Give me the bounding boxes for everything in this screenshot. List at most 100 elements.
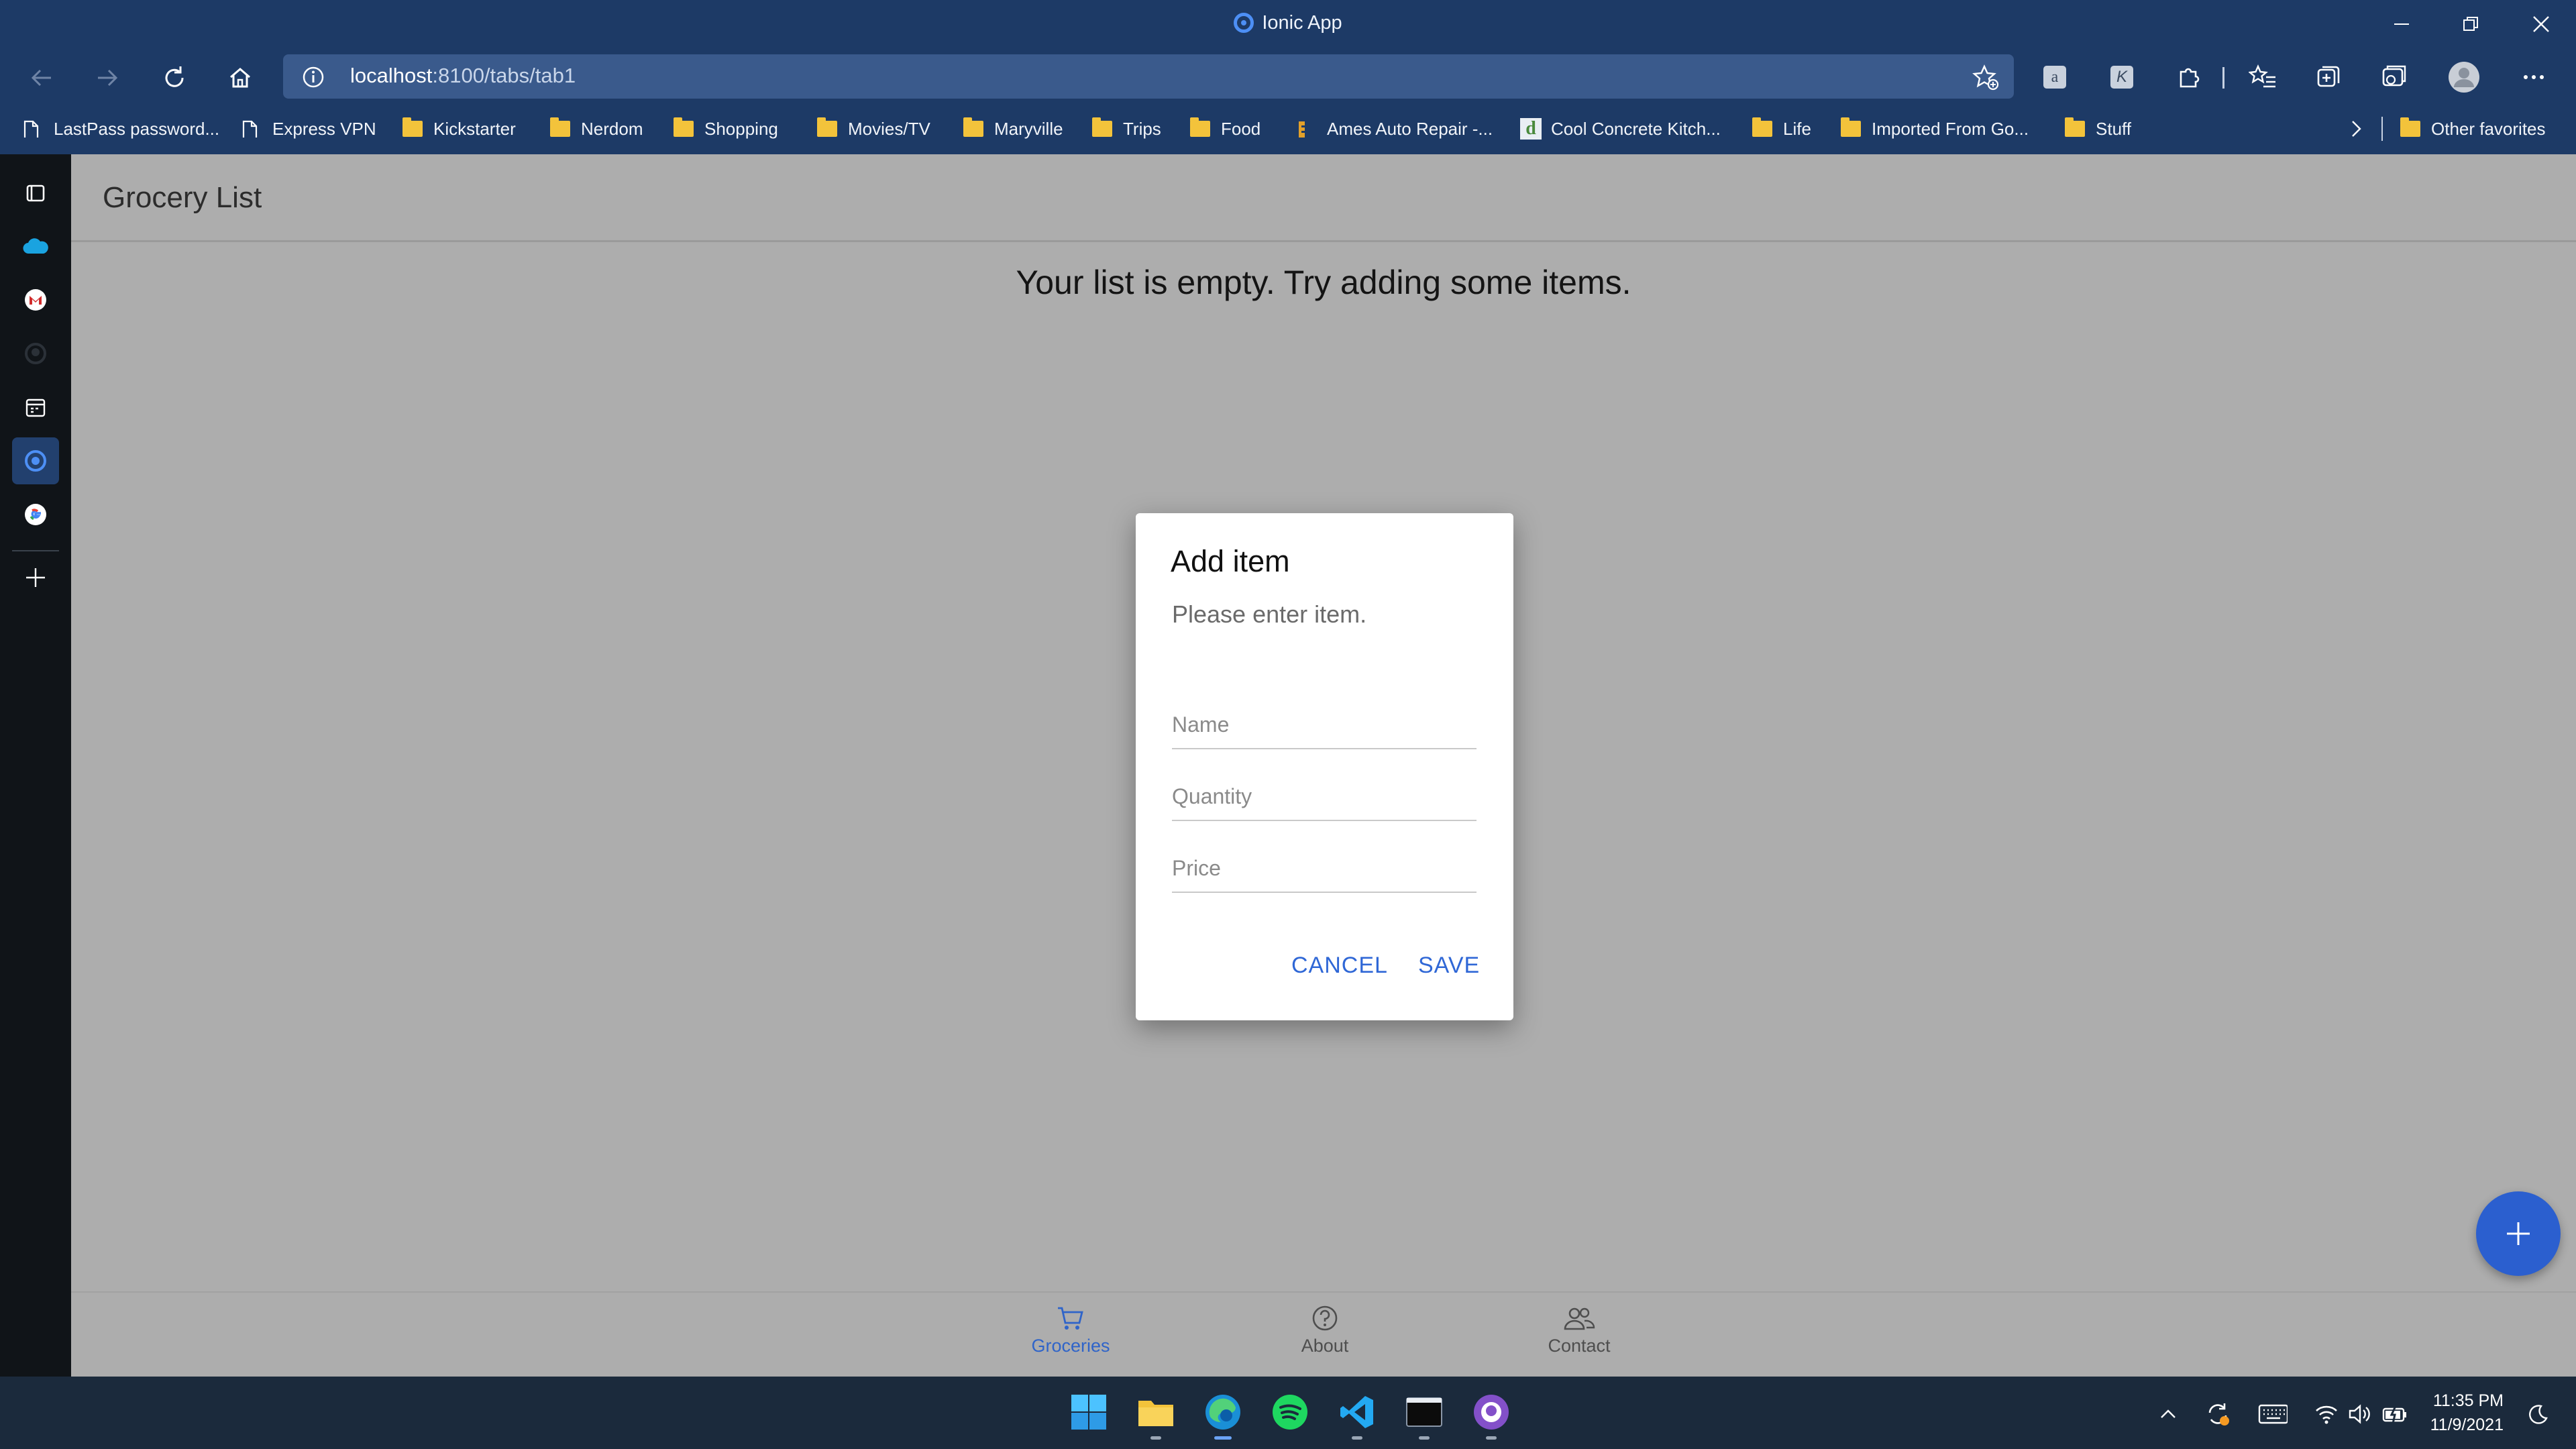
name-input[interactable] bbox=[1172, 701, 1477, 749]
tray-sync-icon-button[interactable] bbox=[2203, 1399, 2233, 1429]
price-input[interactable] bbox=[1172, 845, 1477, 893]
bookmark-movies-tv[interactable]: Movies/TV bbox=[817, 115, 930, 142]
browser-essentials-button[interactable] bbox=[2377, 60, 2411, 94]
sync-icon bbox=[2208, 1403, 2229, 1426]
home-button[interactable] bbox=[219, 56, 262, 99]
speaker-icon bbox=[2349, 1404, 2370, 1424]
extension-a-icon: a bbox=[2043, 66, 2066, 89]
bookmark-label: LastPass password... bbox=[54, 118, 220, 139]
tab-label: Contact bbox=[1548, 1336, 1611, 1356]
bookmark-maryville[interactable]: Maryville bbox=[963, 115, 1063, 142]
close-window-button[interactable] bbox=[2504, 0, 2576, 48]
extensions-button[interactable] bbox=[2172, 60, 2206, 94]
tab-bar: Groceries About Contact bbox=[71, 1291, 2576, 1378]
bookmark-shopping[interactable]: Shopping bbox=[674, 115, 778, 142]
taskbar-spotify[interactable] bbox=[1267, 1389, 1313, 1436]
sidebar-calendar-button[interactable] bbox=[12, 384, 59, 431]
bookmark-label: Shopping bbox=[704, 118, 778, 139]
folder-icon bbox=[402, 117, 423, 137]
sidebar-gmail-button[interactable] bbox=[12, 276, 59, 323]
tab-contact[interactable]: Contact bbox=[1499, 1305, 1660, 1356]
network-button[interactable] bbox=[2312, 1399, 2341, 1429]
more-dots-icon bbox=[2524, 75, 2544, 79]
extension-k-icon: K bbox=[2110, 66, 2133, 89]
address-bar-row: localhost:8100/tabs/tab1 a K bbox=[0, 51, 2576, 103]
taskbar-file-explorer[interactable] bbox=[1132, 1389, 1179, 1440]
bookmark-nerdom[interactable]: Nerdom bbox=[550, 115, 643, 142]
wifi-icon bbox=[2316, 1405, 2337, 1424]
bookmark-kickstarter[interactable]: Kickstarter bbox=[402, 115, 516, 142]
sidebar-salesforce-button[interactable] bbox=[12, 223, 59, 270]
bookmark-trips[interactable]: Trips bbox=[1092, 115, 1161, 142]
favorites-button[interactable] bbox=[2246, 60, 2279, 94]
window-title: Ionic App bbox=[0, 12, 2576, 34]
focus-assist-button[interactable] bbox=[2524, 1399, 2553, 1429]
bookmark-other-favorites[interactable]: Other favorites bbox=[2400, 115, 2546, 142]
folder-icon bbox=[674, 117, 694, 137]
touch-keyboard-button[interactable] bbox=[2258, 1399, 2288, 1429]
windows-logo-icon bbox=[1071, 1395, 1106, 1430]
minimize-button[interactable] bbox=[2365, 0, 2438, 48]
favorites-list-icon bbox=[2249, 64, 2275, 88]
url-bar[interactable]: localhost:8100/tabs/tab1 bbox=[283, 54, 2014, 99]
back-button[interactable] bbox=[20, 56, 63, 99]
running-indicator bbox=[1352, 1436, 1362, 1440]
window-title-text: Ionic App bbox=[1262, 12, 1342, 34]
show-hidden-icons-button[interactable] bbox=[2153, 1399, 2183, 1429]
bookmark-express-vpn[interactable]: Express VPN bbox=[241, 115, 376, 142]
restore-button[interactable] bbox=[2434, 0, 2508, 48]
bookmarks-overflow-button[interactable] bbox=[2348, 115, 2364, 142]
sidebar-add-button[interactable] bbox=[12, 554, 59, 601]
tab-about[interactable]: About bbox=[1244, 1305, 1405, 1356]
bookmark-imported[interactable]: Imported From Go... bbox=[1841, 115, 2029, 142]
running-indicator bbox=[1150, 1436, 1161, 1440]
bookmark-stuff[interactable]: Stuff bbox=[2065, 115, 2131, 142]
sidebar-github-button[interactable] bbox=[12, 330, 59, 377]
refresh-button[interactable] bbox=[153, 56, 196, 99]
sidebar-divider bbox=[12, 550, 59, 551]
bookmark-food[interactable]: Food bbox=[1190, 115, 1260, 142]
collections-icon bbox=[2317, 66, 2340, 87]
tabs-icon bbox=[26, 184, 45, 202]
tab-label: About bbox=[1301, 1336, 1349, 1356]
info-icon[interactable] bbox=[302, 66, 325, 89]
add-item-fab-button[interactable] bbox=[2476, 1191, 2561, 1276]
taskbar-github-desktop[interactable] bbox=[1468, 1389, 1515, 1440]
extension-k-button[interactable]: K bbox=[2105, 60, 2139, 94]
sidebar-google-button[interactable] bbox=[12, 491, 59, 538]
ionic-app-icon bbox=[1234, 13, 1254, 33]
start-button[interactable] bbox=[1065, 1389, 1112, 1436]
volume-button[interactable] bbox=[2345, 1399, 2375, 1429]
url-text[interactable]: localhost:8100/tabs/tab1 bbox=[350, 64, 576, 88]
taskbar-vscode[interactable] bbox=[1334, 1389, 1381, 1440]
quantity-input[interactable] bbox=[1172, 773, 1477, 821]
bookmark-label: Other favorites bbox=[2431, 118, 2546, 139]
bookmark-cool-concrete[interactable]: d Cool Concrete Kitch... bbox=[1520, 115, 1721, 142]
bookmark-lastpass[interactable]: LastPass password... bbox=[23, 115, 219, 142]
toolbar-divider bbox=[2222, 67, 2224, 89]
cancel-button[interactable]: CANCEL bbox=[1291, 953, 1388, 979]
sidebar-ionic-button[interactable] bbox=[12, 437, 59, 484]
profile-button[interactable] bbox=[2447, 60, 2481, 94]
tab-actions-button[interactable] bbox=[12, 169, 59, 216]
clock[interactable]: 11:35 PM 11/9/2021 bbox=[2423, 1389, 2504, 1437]
dialog-message: Please enter item. bbox=[1172, 600, 1367, 628]
bookmark-ames-auto-repair[interactable]: Ames Auto Repair -... bbox=[1296, 115, 1493, 142]
battery-button[interactable] bbox=[2380, 1399, 2410, 1429]
add-favorite-button[interactable] bbox=[1972, 64, 1999, 91]
save-button[interactable]: SAVE bbox=[1418, 953, 1480, 979]
extension-lastpass-button[interactable]: a bbox=[2038, 60, 2072, 94]
tab-groceries[interactable]: Groceries bbox=[990, 1305, 1151, 1356]
collections-button[interactable] bbox=[2312, 60, 2345, 94]
forward-button[interactable] bbox=[86, 56, 129, 99]
taskbar-terminal[interactable] bbox=[1401, 1389, 1448, 1440]
taskbar-edge[interactable] bbox=[1199, 1389, 1246, 1440]
folder-icon bbox=[1841, 117, 1861, 137]
close-icon bbox=[2533, 16, 2549, 32]
settings-more-button[interactable] bbox=[2517, 60, 2551, 94]
bookmark-life[interactable]: Life bbox=[1752, 115, 1811, 142]
spotify-icon bbox=[1273, 1395, 1307, 1430]
windows-taskbar: 11:35 PM 11/9/2021 bbox=[0, 1377, 2576, 1449]
running-indicator bbox=[1419, 1436, 1430, 1440]
app-toolbar: Grocery List bbox=[71, 154, 2576, 242]
